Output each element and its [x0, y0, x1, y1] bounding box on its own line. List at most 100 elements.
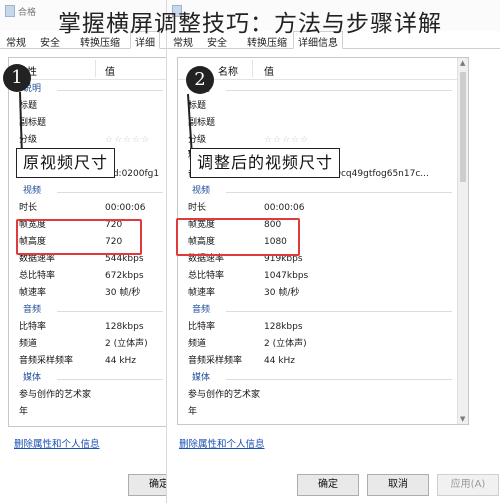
- vertical-scrollbar[interactable]: ▲ ▼: [457, 58, 468, 424]
- table-header: 性 值: [9, 58, 166, 80]
- cancel-button[interactable]: 取消: [367, 474, 429, 496]
- section-label: 媒体: [23, 373, 42, 383]
- section-divider: [226, 90, 452, 91]
- table-row[interactable]: 标题: [178, 98, 468, 115]
- step-1-badge: 1: [3, 64, 31, 92]
- column-name-header[interactable]: 名称: [218, 63, 238, 78]
- table-row[interactable]: 标题: [9, 98, 166, 115]
- property-name: 音频采样频率: [19, 356, 74, 366]
- table-row[interactable]: 音频采样频率 44 kHz: [178, 353, 468, 370]
- property-name: 总比特率: [188, 271, 225, 281]
- section-label: 音频: [192, 305, 211, 315]
- property-value: 128kbps: [105, 322, 144, 332]
- table-row[interactable]: 参与创作的艺术家: [9, 387, 166, 404]
- property-value: 30 帧/秒: [264, 288, 300, 298]
- column-value-header[interactable]: 值: [264, 63, 274, 78]
- table-row[interactable]: 副标题: [9, 115, 166, 132]
- property-name: 参与创作的艺术家: [19, 390, 92, 400]
- property-name: 参与创作的艺术家: [188, 390, 261, 400]
- scrollbar-thumb[interactable]: [460, 72, 466, 182]
- remove-properties-link[interactable]: 删除属性和个人信息: [179, 436, 265, 450]
- table-row[interactable]: 总比特率 1047kbps: [178, 268, 468, 285]
- section-divider: [226, 192, 452, 193]
- property-name: 音频采样频率: [188, 356, 243, 366]
- property-value: 44 kHz: [264, 356, 296, 366]
- section-header[interactable]: 媒体: [9, 370, 166, 387]
- banner-title: 掌握横屏调整技巧：方法与步骤详解: [58, 11, 442, 37]
- rating-stars-icon[interactable]: ☆☆☆☆☆: [105, 132, 150, 149]
- property-value: 128kbps: [264, 322, 303, 332]
- table-row[interactable]: 帧速率 30 帧/秒: [9, 285, 166, 302]
- table-header: 名称 值: [178, 58, 468, 80]
- scroll-up-icon[interactable]: ▲: [460, 59, 465, 67]
- property-name: 副标题: [188, 118, 216, 128]
- section-label: 视频: [23, 186, 42, 196]
- property-value: 2 (立体声): [105, 339, 148, 349]
- section-divider: [57, 311, 163, 312]
- table-row[interactable]: 比特率 128kbps: [178, 319, 468, 336]
- property-name: 比特率: [188, 322, 216, 332]
- property-name: 时长: [188, 203, 207, 213]
- property-value: 30 帧/秒: [105, 288, 141, 298]
- section-header[interactable]: 说明: [178, 81, 468, 98]
- scroll-down-icon[interactable]: ▼: [460, 415, 465, 423]
- property-name: 时长: [19, 203, 38, 213]
- property-name: 副标题: [19, 118, 47, 128]
- property-name: 年: [19, 407, 29, 417]
- property-name: 分级: [19, 135, 38, 145]
- section-label: 音频: [23, 305, 42, 315]
- property-name: 总比特率: [19, 271, 56, 281]
- property-name: 频道: [19, 339, 38, 349]
- section-header[interactable]: 媒体: [178, 370, 468, 387]
- property-value: 00:00:06: [105, 203, 146, 213]
- property-name: 比特率: [19, 322, 47, 332]
- ok-button[interactable]: 确定: [297, 474, 359, 496]
- table-row[interactable]: 分级 ☆☆☆☆☆: [9, 132, 166, 149]
- remove-properties-link[interactable]: 删除属性和个人信息: [14, 436, 100, 450]
- table-row[interactable]: 音频采样频率 44 kHz: [9, 353, 166, 370]
- table-row[interactable]: 频道 2 (立体声): [9, 336, 166, 353]
- adjusted-size-callout: 调整后的视频尺寸: [190, 148, 341, 178]
- section-divider: [57, 379, 163, 380]
- rating-stars-icon[interactable]: ☆☆☆☆☆: [264, 132, 309, 149]
- table-row[interactable]: 比特率 128kbps: [9, 319, 166, 336]
- section-header[interactable]: 视频: [9, 183, 166, 200]
- table-row[interactable]: 副标题: [178, 115, 468, 132]
- table-row[interactable]: 参与创作的艺术家: [178, 387, 468, 404]
- property-name: 帧速率: [19, 288, 47, 298]
- section-header[interactable]: 音频: [9, 302, 166, 319]
- property-name: 帧速率: [188, 288, 216, 298]
- property-value: 1047kbps: [264, 271, 309, 281]
- table-row[interactable]: 时长 00:00:06: [178, 200, 468, 217]
- section-header[interactable]: 音频: [178, 302, 468, 319]
- property-value: 2 (立体声): [264, 339, 307, 349]
- table-row[interactable]: 帧速率 30 帧/秒: [178, 285, 468, 302]
- highlight-original-size: [16, 219, 142, 255]
- ok-button[interactable]: 确定: [128, 474, 166, 496]
- section-header[interactable]: 说明: [9, 81, 166, 98]
- property-name: 频道: [188, 339, 207, 349]
- section-label: 视频: [192, 186, 211, 196]
- apply-button[interactable]: 应用(A): [437, 474, 499, 496]
- property-name: 标题: [19, 101, 38, 111]
- table-row[interactable]: 年: [178, 404, 468, 421]
- step-2-badge: 2: [186, 66, 214, 94]
- section-divider: [57, 192, 163, 193]
- table-row[interactable]: 时长 00:00:06: [9, 200, 166, 217]
- property-value: 00:00:06: [264, 203, 305, 213]
- highlight-adjusted-size: [176, 218, 300, 256]
- column-value-header[interactable]: 值: [105, 63, 115, 78]
- section-divider: [57, 90, 163, 91]
- section-header[interactable]: 视频: [178, 183, 468, 200]
- property-name: 分级: [188, 135, 207, 145]
- original-size-callout: 原视频尺寸: [16, 148, 116, 178]
- table-row[interactable]: 频道 2 (立体声): [178, 336, 468, 353]
- property-name: 标题: [188, 101, 207, 111]
- table-row[interactable]: 总比特率 672kbps: [9, 268, 166, 285]
- section-divider: [226, 379, 452, 380]
- table-row[interactable]: 分级 ☆☆☆☆☆: [178, 132, 468, 149]
- section-divider: [226, 311, 452, 312]
- table-row[interactable]: 年: [9, 404, 166, 421]
- section-label: 媒体: [192, 373, 211, 383]
- property-value: 672kbps: [105, 271, 144, 281]
